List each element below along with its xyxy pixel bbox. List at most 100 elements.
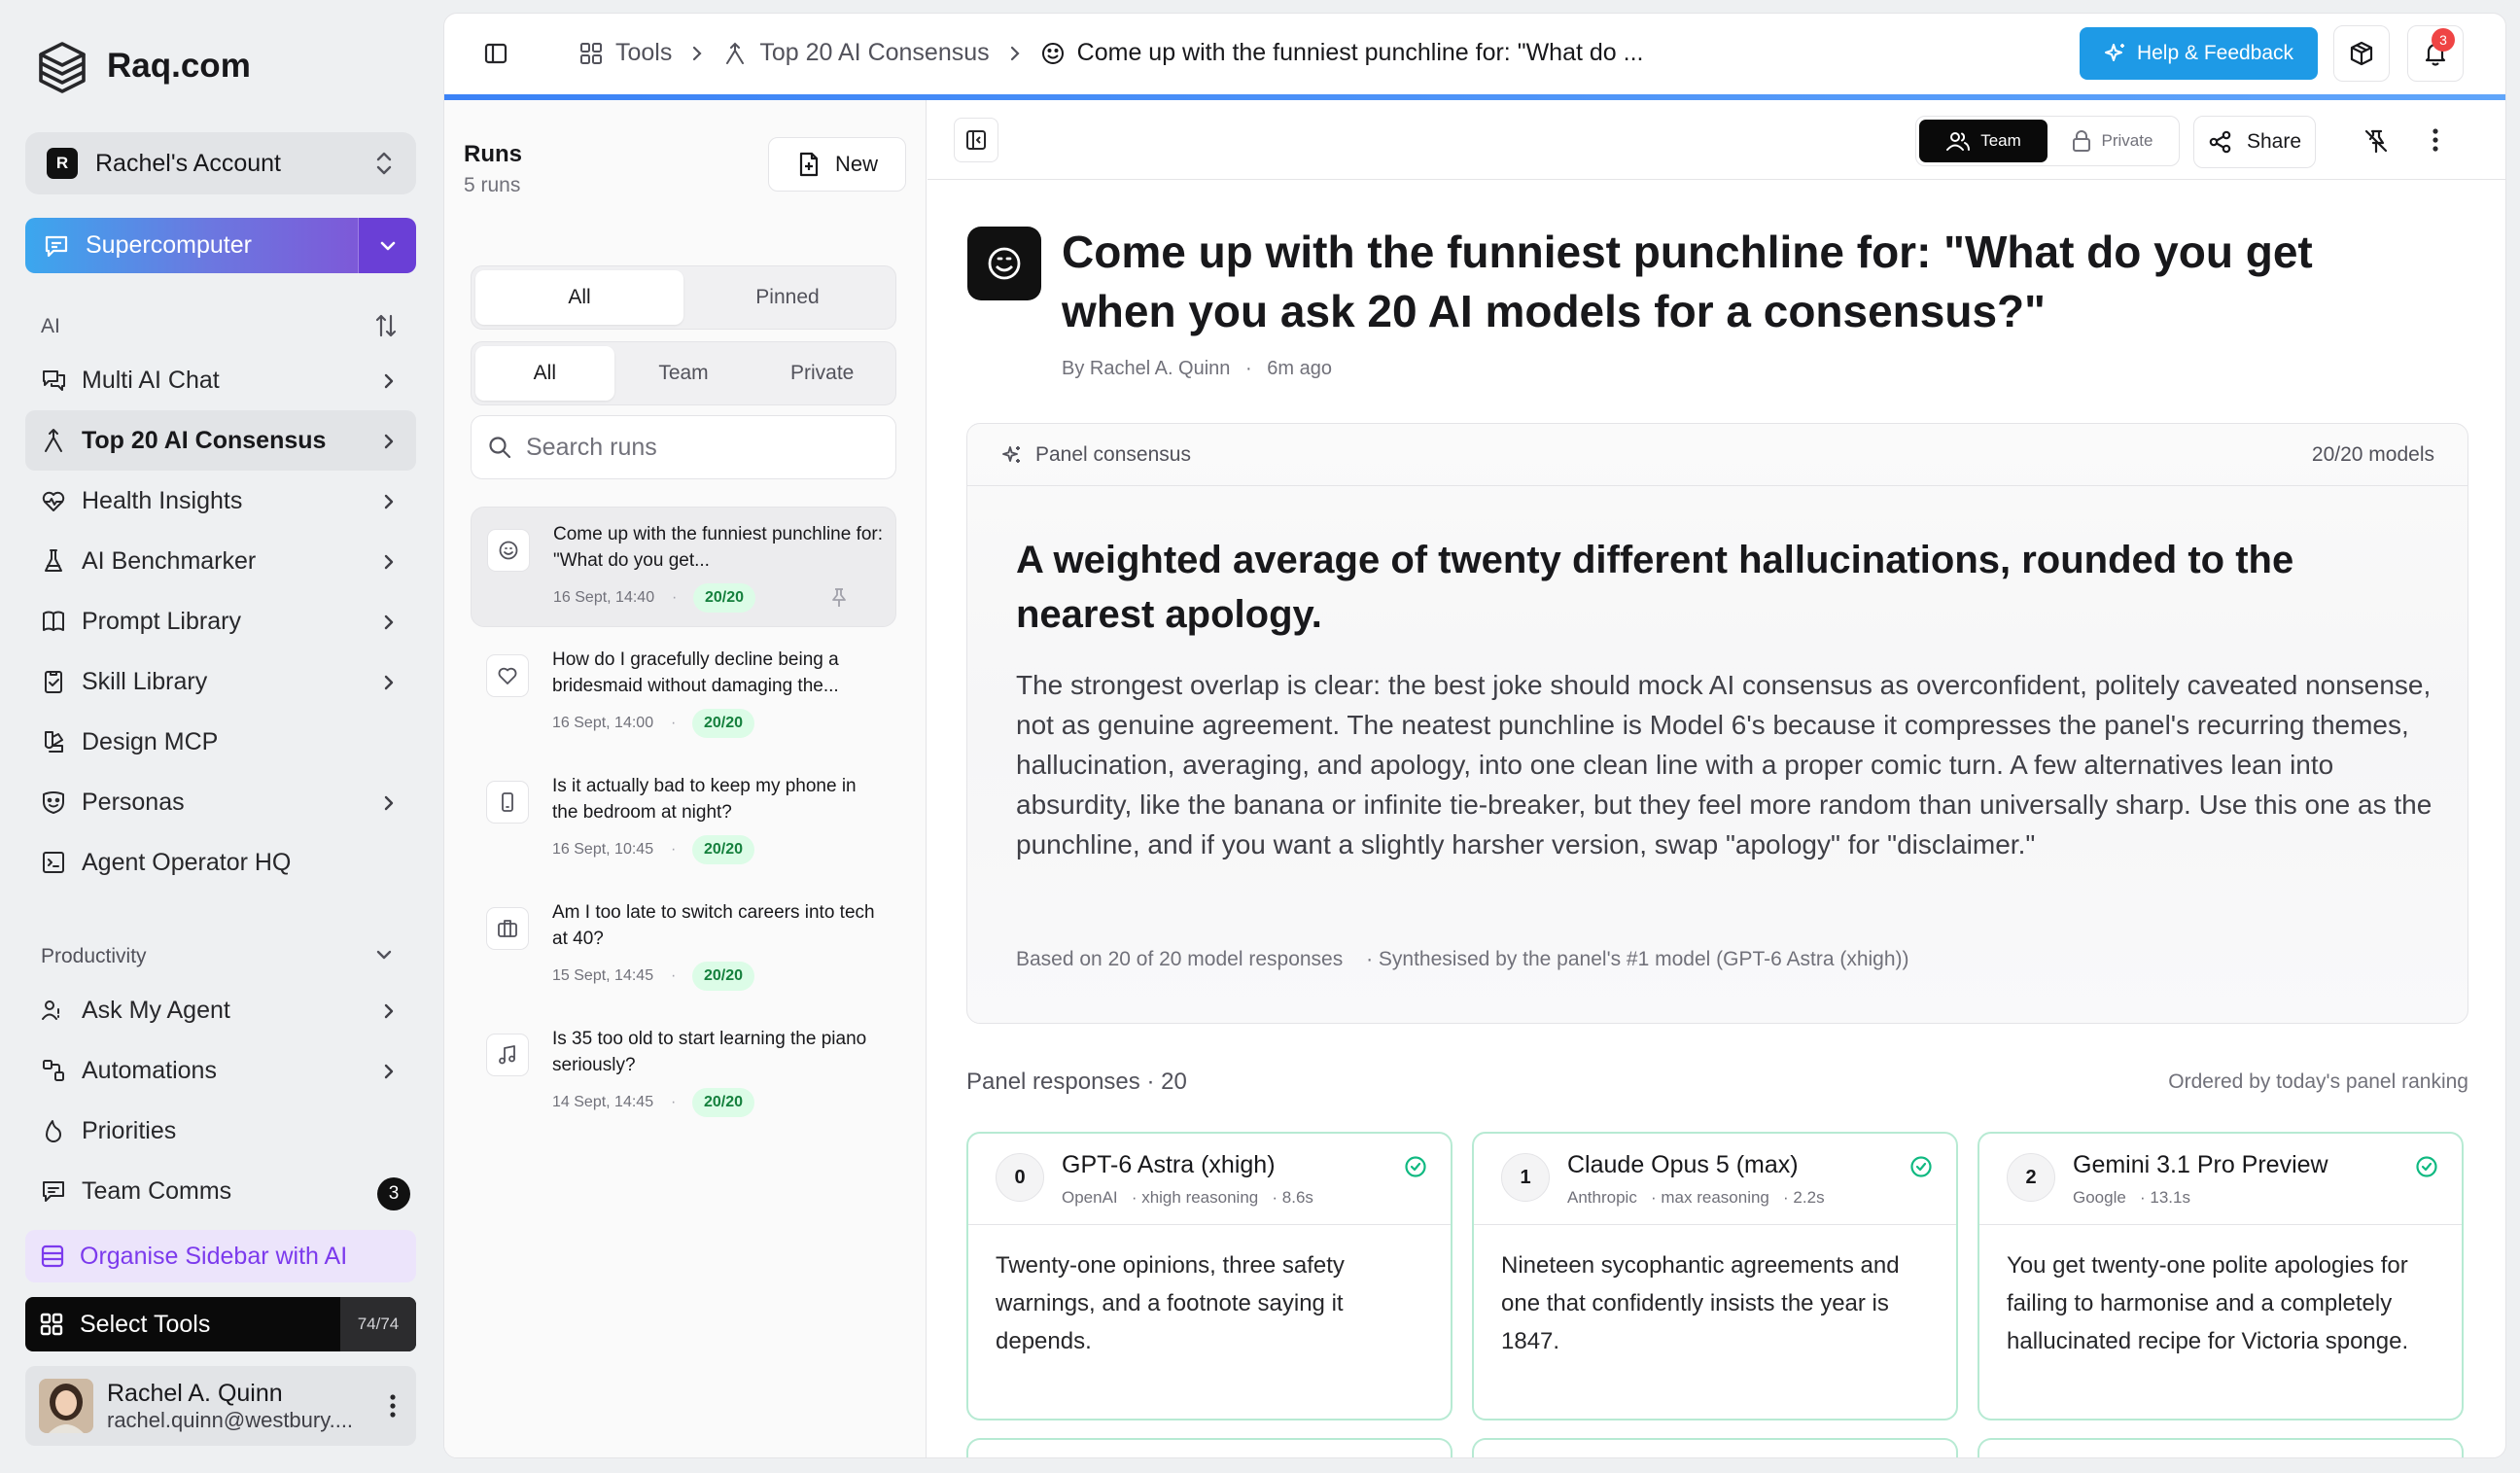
vis-team-button[interactable]: Team bbox=[1919, 120, 2048, 162]
search-runs[interactable] bbox=[471, 415, 896, 479]
search-icon bbox=[487, 435, 512, 460]
panel-consensus-label: Panel consensus bbox=[1035, 442, 1191, 466]
sidebar-item-automations[interactable]: Automations bbox=[25, 1040, 416, 1101]
organise-sidebar-button[interactable]: Organise Sidebar with AI bbox=[25, 1230, 416, 1282]
app-logo[interactable]: Raq.com bbox=[35, 39, 251, 93]
chevron-down-icon bbox=[380, 241, 395, 250]
top-bar: Tools Top 20 AI Consensus Come up with t… bbox=[444, 14, 2505, 95]
new-run-button[interactable]: New bbox=[768, 137, 906, 192]
sidebar-item-label: Personas bbox=[82, 788, 185, 816]
terminal-icon bbox=[39, 848, 68, 877]
run-title: Is 35 too old to start learning the pian… bbox=[552, 1029, 867, 1075]
share-icon bbox=[2208, 129, 2233, 155]
sidebar-item-personas[interactable]: Personas bbox=[25, 772, 416, 832]
vis-team-label: Team bbox=[1980, 131, 2021, 150]
rank-badge: 1 bbox=[1501, 1153, 1550, 1202]
model-meta: Anthropic · max reasoning · 2.2s bbox=[1567, 1188, 1825, 1207]
more-vertical-icon[interactable] bbox=[389, 1393, 397, 1419]
sidebar-item-health-insights[interactable]: Health Insights bbox=[25, 471, 416, 531]
breadcrumb-section[interactable]: Top 20 AI Consensus bbox=[759, 39, 989, 67]
filter-private[interactable]: Private bbox=[752, 346, 892, 401]
sidebar-item-design-mcp[interactable]: Design MCP bbox=[25, 712, 416, 772]
supercomputer-button[interactable]: Supercomputer bbox=[25, 218, 416, 273]
automation-icon bbox=[39, 1056, 68, 1085]
run-list-item[interactable]: Am I too late to switch careers into tec… bbox=[471, 886, 896, 1006]
collapse-runs-button[interactable] bbox=[954, 118, 998, 162]
question-time: 6m ago bbox=[1267, 358, 1332, 379]
card-divider bbox=[1979, 1224, 2462, 1225]
sidebar-item-label: Multi AI Chat bbox=[82, 366, 220, 394]
chevron-down-icon[interactable] bbox=[373, 947, 395, 963]
model-response-card[interactable]: 2 Gemini 3.1 Pro Preview Google · 13.1s You… bbox=[1978, 1132, 2464, 1420]
users-icon bbox=[1945, 129, 1971, 153]
run-list-item[interactable]: Is 35 too old to start learning the pian… bbox=[471, 1012, 896, 1133]
notifications-button[interactable]: 3 bbox=[2407, 25, 2464, 82]
runs-panel: Runs 5 runs New All Pinned All Team Priv… bbox=[444, 100, 927, 1457]
sparkles-icon bbox=[1000, 443, 1024, 467]
sidebar-item-priorities[interactable]: Priorities bbox=[25, 1101, 416, 1161]
sidebar-item-prompt-library[interactable]: Prompt Library bbox=[25, 591, 416, 651]
ai-nav-list: Multi AI Chat Top 20 AI Consensus Health I… bbox=[25, 350, 416, 893]
user-profile[interactable]: Rachel A. Quinn rachel.quinn@westbury...… bbox=[25, 1366, 416, 1446]
list-icon bbox=[39, 1243, 66, 1270]
sparkle-icon bbox=[2104, 42, 2127, 65]
model-name: Claude Opus 5 (max) bbox=[1567, 1151, 1799, 1178]
model-response-card[interactable]: Qwen3.8 Max (0902) bbox=[1472, 1438, 1958, 1457]
account-switcher[interactable]: R Rachel's Account bbox=[25, 132, 416, 194]
based-on: Based on 20 of 20 model responses bbox=[1016, 948, 1344, 970]
sort-icon[interactable] bbox=[373, 312, 399, 339]
model-response-card[interactable]: GPT-5.6 Sol (xhigh) bbox=[966, 1438, 1452, 1457]
help-feedback-button[interactable]: Help & Feedback bbox=[2080, 27, 2318, 80]
filter-team[interactable]: Team bbox=[614, 346, 753, 401]
question-smiley-icon bbox=[967, 227, 1041, 300]
run-score-badge: 20/20 bbox=[692, 962, 755, 991]
more-vertical-icon[interactable] bbox=[2432, 127, 2439, 153]
sidebar-item-multi-ai-chat[interactable]: Multi AI Chat bbox=[25, 350, 416, 410]
smiley-icon bbox=[487, 529, 530, 572]
model-response-card[interactable]: Gemini 3.8 Flash bbox=[1978, 1438, 2464, 1457]
chevron-right-icon bbox=[383, 432, 395, 451]
sidebar-toggle-icon[interactable] bbox=[483, 41, 508, 66]
flask-icon bbox=[39, 546, 68, 576]
filter-pinned[interactable]: Pinned bbox=[683, 270, 892, 325]
sidebar-item-skill-library[interactable]: Skill Library bbox=[25, 651, 416, 712]
grid-icon bbox=[39, 1312, 64, 1337]
model-response-card[interactable]: 0 GPT-6 Astra (xhigh) OpenAI · xhigh reaso… bbox=[966, 1132, 1452, 1420]
agent-icon bbox=[39, 996, 68, 1025]
question-meta: By Rachel A. Quinn · 6m ago bbox=[1062, 358, 1332, 380]
question-author: By Rachel A. Quinn bbox=[1062, 358, 1231, 379]
run-list-item[interactable]: Is it actually bad to keep my phone in t… bbox=[471, 759, 896, 880]
run-list-item[interactable]: Come up with the funniest punchline for:… bbox=[471, 507, 896, 627]
account-initial: R bbox=[47, 148, 78, 179]
chevron-right-icon bbox=[383, 371, 395, 391]
sidebar-item-team-comms[interactable]: Team Comms 3 bbox=[25, 1161, 416, 1221]
sidebar-item-top-20-ai-consensus[interactable]: Top 20 AI Consensus bbox=[25, 410, 416, 471]
filter-all-visibility[interactable]: All bbox=[475, 346, 614, 401]
breadcrumb-tools[interactable]: Tools bbox=[615, 39, 672, 67]
productivity-nav-list: Ask My Agent Automations Priorities Team Co… bbox=[25, 980, 416, 1221]
run-list-item[interactable]: How do I gracefully decline being a brid… bbox=[471, 633, 896, 754]
sidebar-item-ai-benchmarker[interactable]: AI Benchmarker bbox=[25, 531, 416, 591]
sidebar-item-label: Design MCP bbox=[82, 727, 219, 755]
pin-off-icon[interactable] bbox=[2362, 127, 2390, 155]
sidebar-item-label: Ask My Agent bbox=[82, 996, 230, 1024]
model-response-card[interactable]: 1 Claude Opus 5 (max) Anthropic · max reas… bbox=[1472, 1132, 1958, 1420]
run-date: 16 Sept, 10:45 bbox=[552, 841, 654, 858]
run-score-badge: 20/20 bbox=[693, 583, 756, 613]
sidebar-item-agent-operator-hq[interactable]: Agent Operator HQ bbox=[25, 832, 416, 893]
package-button[interactable] bbox=[2333, 25, 2390, 82]
supercomputer-dropdown[interactable] bbox=[358, 218, 416, 273]
chevron-right-icon bbox=[383, 613, 395, 632]
run-title: Is it actually bad to keep my phone in t… bbox=[552, 776, 857, 823]
run-title: Come up with the funniest punchline for:… bbox=[553, 524, 884, 571]
sidebar-item-ask-my-agent[interactable]: Ask My Agent bbox=[25, 980, 416, 1040]
search-input[interactable] bbox=[526, 433, 876, 462]
new-label: New bbox=[834, 152, 878, 176]
pin-icon[interactable] bbox=[829, 587, 849, 609]
vis-private-button[interactable]: Private bbox=[2048, 120, 2176, 162]
filter-all[interactable]: All bbox=[475, 270, 683, 325]
meta-separator: · bbox=[671, 1094, 677, 1110]
share-button[interactable]: Share bbox=[2193, 116, 2316, 168]
select-tools-button[interactable]: Select Tools 74/74 bbox=[25, 1297, 416, 1351]
supercomputer-label: Supercomputer bbox=[86, 231, 252, 259]
